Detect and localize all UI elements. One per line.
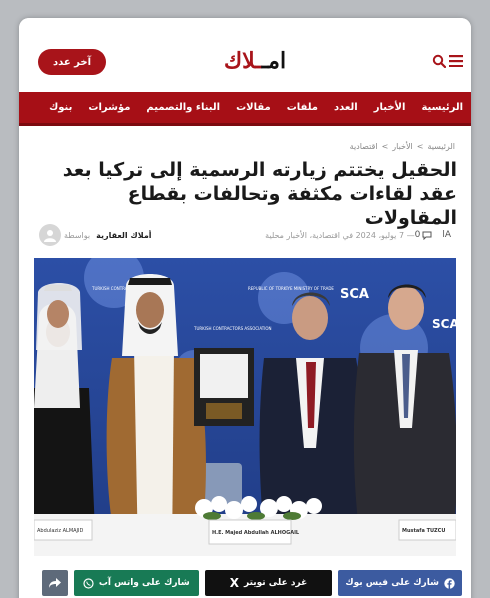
share-whatsapp-label: شارك على واتس آب — [98, 578, 190, 588]
share-facebook-button[interactable]: شارك على فيس بوك — [338, 570, 462, 596]
breadcrumb-separator: > — [381, 142, 389, 151]
nav-item-construction-design[interactable]: البناء والتصميم — [138, 102, 228, 113]
share-arrow-icon — [48, 578, 61, 588]
share-whatsapp-button[interactable]: شارك على واتس آب — [73, 570, 199, 596]
article-photo: SCA SCA TURKISH CONTRACTORS ASSOCIATION … — [34, 258, 456, 556]
article-tools: Aا 0 — [415, 230, 451, 240]
author-name[interactable]: أملاك العقارية — [96, 231, 151, 240]
backdrop-sca-right: SCA — [432, 317, 456, 331]
comments-link[interactable]: 0 — [415, 230, 433, 240]
backdrop-sca-left: SCA — [340, 287, 369, 302]
nav-item-issue[interactable]: العدد — [326, 102, 366, 113]
breadcrumb-section[interactable]: اقتصادية — [350, 142, 378, 151]
breadcrumb-news[interactable]: الأخبار — [392, 142, 412, 151]
nav-item-news[interactable]: الأخبار — [366, 102, 414, 113]
x-icon: X — [229, 576, 239, 590]
ceremony-photo: SCA SCA TURKISH CONTRACTORS ASSOCIATION … — [34, 258, 456, 556]
share-x-label: غرد على تويتر — [243, 578, 308, 588]
nameplate-center: H.E. Majed Abdullah ALHOGAIL — [212, 530, 300, 536]
site-header: آخر عدد امــلاك — [19, 18, 471, 90]
latest-issue-button[interactable]: آخر عدد — [38, 49, 106, 75]
nav-item-home[interactable]: الرئيسية — [413, 102, 471, 113]
site-logo[interactable]: امــلاك — [224, 48, 287, 78]
nameplate-right: Mustafa TUZCU — [402, 528, 445, 534]
main-navigation: الرئيسية الأخبار العدد ملفات مقالات البن… — [19, 92, 471, 126]
whatsapp-icon — [83, 577, 94, 589]
breadcrumb: الرئيسية > الأخبار > اقتصادية — [350, 142, 455, 151]
article-meta: بواسطة أملاك العقارية — 7 يوليو، 2024 في… — [33, 224, 457, 246]
nameplate-left: Abdulaziz ALMAJID — [37, 528, 84, 534]
logo-text-main: امـ — [261, 48, 287, 74]
user-icon — [44, 230, 56, 242]
by-label: بواسطة — [64, 230, 91, 240]
nav-item-indicators[interactable]: مؤشرات — [80, 102, 138, 113]
share-buttons: شارك على واتس آب X غرد على تويتر شارك عل… — [42, 570, 462, 596]
breadcrumb-home[interactable]: الرئيسية — [427, 142, 455, 151]
font-size-toggle[interactable]: Aا — [442, 230, 451, 240]
comment-icon — [422, 231, 432, 240]
share-x-button[interactable]: X غرد على تويتر — [204, 570, 333, 596]
hamburger-menu-icon[interactable] — [449, 55, 463, 67]
nav-item-articles[interactable]: مقالات — [228, 102, 279, 113]
logo-text-accent: ـلاك — [224, 48, 263, 74]
article-card: آخر عدد امــلاك الرئيسية الأخبار العدد م… — [19, 18, 471, 598]
breadcrumb-separator: > — [416, 142, 424, 151]
publish-date: — 7 يوليو، 2024 في اقتصادية، الأخبار محل… — [265, 230, 415, 240]
nav-item-banks[interactable]: بنوك — [41, 102, 80, 113]
award-plaque — [194, 348, 254, 426]
backdrop-ministry: REPUBLIC OF TÜRKİYE MINISTRY OF TRADE — [248, 286, 334, 291]
share-more-button[interactable] — [42, 570, 68, 596]
comment-count: 0 — [414, 230, 421, 240]
author-avatar[interactable] — [39, 224, 61, 246]
facebook-icon — [444, 577, 455, 589]
share-facebook-label: شارك على فيس بوك — [345, 578, 439, 588]
backdrop-tca-right: TURKISH CONTRACTORS ASSOCIATION — [193, 326, 272, 331]
nav-item-files[interactable]: ملفات — [279, 102, 326, 113]
search-icon[interactable] — [432, 54, 446, 68]
article-title: الحقيل يختتم زيارته الرسمية إلى تركيا بع… — [62, 159, 457, 229]
